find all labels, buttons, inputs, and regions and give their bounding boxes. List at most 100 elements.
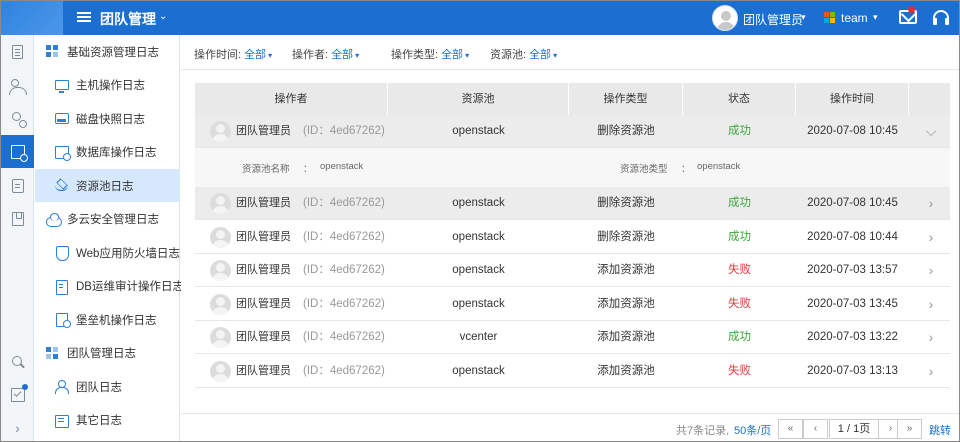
notification-dot [908,6,915,13]
filter-time[interactable]: 操作时间: 全部 ▾ [194,46,272,62]
other-log-icon [55,414,69,428]
table-row[interactable]: 团队管理员 (ID：4ed67262) openstack 删除资源池 成功 2020-0… [195,115,950,148]
cell-operator-id: (ID：4ed67262) [303,264,385,276]
last-page-button[interactable]: » [897,419,922,439]
rail-users[interactable] [1,69,34,102]
user-chevron-down-icon[interactable]: ▾ [801,12,806,23]
shield-icon [55,246,69,261]
rail-user-settings[interactable] [1,102,34,135]
sidebar-item-label: 基础资源管理日志 [67,46,159,59]
cell-pool: openstack [452,365,505,377]
table-row[interactable]: 团队管理员 (ID：4ed67262) openstack 添加资源池 失败 2020-0… [195,288,950,321]
user-settings-icon [11,111,27,128]
rail-search[interactable] [1,345,34,378]
hamburger-menu-icon[interactable] [77,10,91,26]
rail-book[interactable] [1,202,34,235]
rail-overview[interactable] [1,35,34,68]
detail-pool-type-label: 资源池类型 [620,164,668,175]
filter-op-type[interactable]: 操作类型: 全部 ▾ [391,46,469,62]
cell-status: 成功 [728,331,751,343]
grid-icon [46,45,60,58]
column-header-expand [909,83,950,115]
sidebar-item[interactable]: 主机操作日志 [35,69,180,102]
cell-operator-name: 团队管理员 [236,331,291,343]
cell-operator-name: 团队管理员 [236,231,291,243]
chevron-down-icon[interactable]: ⌵ [925,115,937,148]
table-row[interactable]: 团队管理员 (ID：4ed67262) openstack 删除资源池 成功 2020-0… [195,187,950,220]
rail-clipboard[interactable] [1,169,34,202]
mail-icon[interactable] [899,10,917,24]
cell-pool: openstack [452,298,505,310]
rail-tasks[interactable] [1,378,34,411]
sidebar-item[interactable]: 磁盘快照日志 [35,102,180,135]
sidebar-item[interactable]: 堡垒机操作日志 [35,303,180,336]
cell-status: 成功 [728,197,751,209]
user-avatar[interactable] [712,5,738,31]
app-title[interactable]: 团队管理 [100,9,156,29]
chevron-right-icon[interactable]: › [925,221,937,254]
cell-operator-name: 团队管理员 [236,197,291,209]
windows-team-icon [824,12,836,24]
chevron-right-icon: › [15,419,20,436]
cell-op-type: 添加资源池 [597,264,655,276]
cell-time: 2020-07-08 10:45 [807,197,898,209]
cell-operator-id: (ID：4ed67262) [303,231,385,243]
table-row[interactable]: 团队管理员 (ID：4ed67262) openstack 删除资源池 成功 2020-0… [195,221,950,254]
chevron-right-icon[interactable]: › [925,355,937,388]
chevron-right-icon[interactable]: › [925,321,937,354]
sidebar-group[interactable]: 基础资源管理日志 [35,35,180,68]
detail-pool-name-value: openstack [320,161,364,172]
chevron-down-icon: ▾ [465,51,470,60]
jump-button[interactable]: 跳转 [929,422,951,438]
cell-op-type: 删除资源池 [597,125,655,137]
operator-avatar [210,294,231,315]
sidebar-item[interactable]: 其它日志 [35,404,180,437]
layers-icon [55,179,69,192]
sidebar-item[interactable]: Web应用防火墙日志 [35,236,180,269]
cell-op-type: 删除资源池 [597,197,655,209]
sidebar-group[interactable]: 团队管理日志 [35,337,180,370]
table-row[interactable]: 团队管理员 (ID：4ed67262) vcenter 添加资源池 成功 2020-07-… [195,321,950,354]
cloud-icon [46,212,62,227]
chevron-down-icon: ▾ [553,51,558,60]
team-chevron-down-icon[interactable]: ▾ [873,12,878,23]
table-row[interactable]: 团队管理员 (ID：4ed67262) openstack 添加资源池 失败 2020-0… [195,355,950,388]
task-icon [10,383,28,402]
operator-avatar [210,121,231,142]
filter-operator[interactable]: 操作者: 全部 ▾ [292,46,359,62]
chevron-down-icon[interactable]: ⌄ [159,11,167,22]
sidebar-item-label: 磁盘快照日志 [76,113,145,126]
sidebar-item[interactable]: 数据库操作日志 [35,136,180,169]
cell-op-type: 添加资源池 [597,331,655,343]
rail-expand[interactable]: › [1,411,34,442]
chevron-right-icon[interactable]: › [925,254,937,287]
file-icon [55,279,69,295]
cell-status: 失败 [728,365,751,377]
sidebar-group[interactable]: 多云安全管理日志 [35,203,180,236]
sidebar-item[interactable]: DB运维审计操作日志 [35,270,184,303]
sidebar-item[interactable]: 团队日志 [35,370,180,403]
prev-page-button[interactable]: ‹ [803,419,828,439]
chevron-right-icon[interactable]: › [925,288,937,321]
main-content: 操作时间: 全部 ▾ 操作者: 全部 ▾ 操作类型: 全部 ▾ 资源池: 全部 ▾ 操作者 资源… [181,35,959,441]
search-icon [11,355,25,369]
cell-op-type: 添加资源池 [597,365,655,377]
table-row[interactable]: 团队管理员 (ID：4ed67262) openstack 添加资源池 失败 2020-0… [195,254,950,287]
user-name[interactable]: 团队管理员 [743,11,803,28]
sidebar-item[interactable]: 资源池日志 [35,169,180,202]
page-size-select[interactable]: 50条/页 [734,422,771,438]
filter-resource-pool[interactable]: 资源池: 全部 ▾ [490,46,557,62]
team-switcher[interactable]: team [841,11,868,25]
chevron-down-icon: ▾ [268,51,273,60]
logo[interactable] [1,1,63,35]
operator-avatar [210,361,231,382]
clipboard-icon [11,178,24,193]
column-header-time: 操作时间 [796,83,909,115]
sidebar-item-label: 团队管理日志 [67,348,136,360]
sidebar-item-label: 堡垒机操作日志 [76,314,157,327]
icon-rail: › [1,35,34,441]
first-page-button[interactable]: « [778,419,803,439]
headset-support-icon[interactable] [933,10,949,25]
chevron-right-icon[interactable]: › [925,187,937,220]
rail-logs[interactable] [1,135,34,168]
